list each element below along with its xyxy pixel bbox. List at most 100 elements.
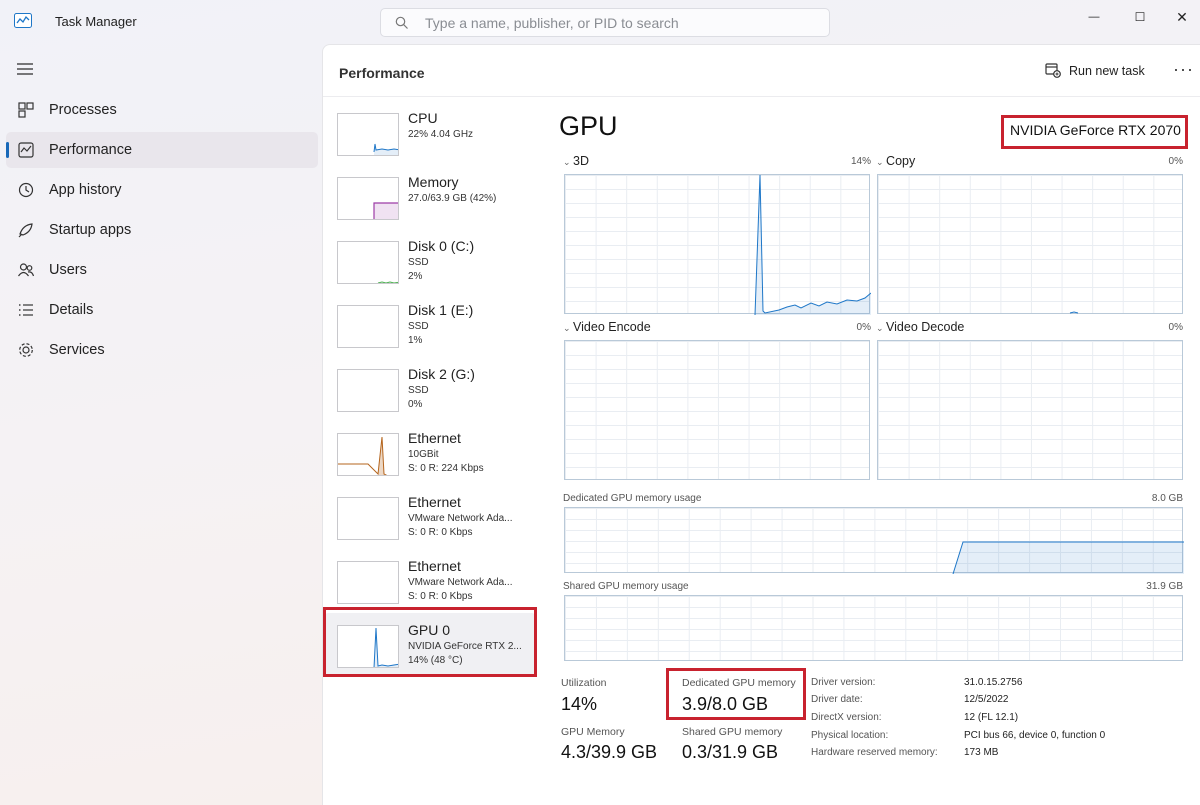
device-detail: NVIDIA GeForce RTX 2... bbox=[408, 641, 522, 652]
device-name: Memory bbox=[408, 174, 459, 190]
engine-pct: 0% bbox=[1168, 156, 1183, 167]
search-input[interactable]: Type a name, publisher, or PID to search bbox=[380, 8, 830, 37]
nav-item-processes[interactable]: Processes bbox=[6, 92, 318, 128]
nav-label: Users bbox=[49, 262, 87, 278]
utilization-label: Utilization bbox=[561, 677, 607, 689]
nav-label: Processes bbox=[49, 102, 117, 118]
info-key: Driver version: bbox=[811, 677, 876, 688]
services-icon bbox=[19, 343, 33, 357]
info-value: 12/5/2022 bbox=[964, 694, 1009, 705]
device-detail: S: 0 R: 0 Kbps bbox=[408, 527, 473, 538]
device-thumbnail bbox=[337, 433, 399, 476]
device-thumbnail bbox=[337, 113, 399, 156]
device-thumbnail bbox=[337, 369, 399, 412]
close-button[interactable]: ✕ bbox=[1160, 6, 1200, 28]
nav-item-startup-apps[interactable]: Startup apps bbox=[6, 212, 318, 248]
maximize-icon: ☐ bbox=[1134, 10, 1146, 24]
search-icon bbox=[395, 16, 408, 29]
shared-gpu-memory-value: 0.3/31.9 GB bbox=[682, 742, 779, 762]
run-new-task-button[interactable]: Run new task bbox=[1045, 63, 1145, 78]
engine-video-decode-label[interactable]: ⌄ Video Decode bbox=[876, 320, 964, 334]
dedicated-memory-max: 8.0 GB bbox=[1151, 493, 1183, 504]
more-options-button[interactable]: ··· bbox=[1173, 59, 1194, 80]
gpu-title: GPU bbox=[559, 111, 618, 141]
engine-video-decode-graph bbox=[877, 340, 1183, 480]
device-item-disk-1[interactable]: Disk 1 (E:) SSD 1% bbox=[325, 293, 535, 357]
shared-memory-max: 31.9 GB bbox=[1146, 581, 1183, 592]
device-detail: 0% bbox=[408, 399, 423, 410]
gpu-model-name: NVIDIA GeForce RTX 2070 bbox=[1010, 122, 1181, 138]
device-name: GPU 0 bbox=[408, 622, 451, 638]
nav-item-users[interactable]: Users bbox=[6, 252, 318, 288]
gpu-memory-label: GPU Memory bbox=[561, 726, 625, 738]
device-thumbnail bbox=[337, 177, 399, 220]
hamburger-menu-icon[interactable] bbox=[17, 62, 33, 76]
device-detail: 10GBit bbox=[408, 449, 439, 460]
device-item-ethernet[interactable]: Ethernet VMware Network Ada... S: 0 R: 0… bbox=[325, 485, 535, 549]
device-thumbnail bbox=[337, 305, 399, 348]
device-name: Ethernet bbox=[408, 494, 461, 510]
device-item-ethernet[interactable]: Ethernet VMware Network Ada... S: 0 R: 0… bbox=[325, 549, 535, 613]
device-item-disk-2[interactable]: Disk 2 (G:) SSD 0% bbox=[325, 357, 535, 421]
device-detail: 1% bbox=[408, 335, 423, 346]
engine-video-encode-label[interactable]: ⌄ Video Encode bbox=[563, 320, 651, 334]
nav-label: Startup apps bbox=[49, 222, 132, 238]
close-icon: ✕ bbox=[1176, 8, 1188, 25]
device-name: CPU bbox=[408, 110, 438, 126]
info-value: 12 (FL 12.1) bbox=[964, 712, 1019, 723]
device-detail: S: 0 R: 224 Kbps bbox=[408, 463, 484, 474]
minimize-icon: — bbox=[1088, 11, 1100, 23]
nav-item-services[interactable]: Services bbox=[6, 332, 318, 368]
device-detail: SSD bbox=[408, 321, 429, 332]
device-item-ethernet[interactable]: Ethernet 10GBit S: 0 R: 224 Kbps bbox=[325, 421, 535, 485]
engine-copy-label[interactable]: ⌄ Copy bbox=[876, 154, 915, 168]
users-icon bbox=[18, 263, 35, 277]
nav-item-app-history[interactable]: App history bbox=[6, 172, 318, 208]
performance-icon bbox=[18, 142, 34, 158]
device-item-memory[interactable]: Memory 27.0/63.9 GB (42%) bbox=[325, 165, 535, 229]
engine-name: Copy bbox=[886, 154, 916, 168]
device-detail: VMware Network Ada... bbox=[408, 513, 513, 524]
engine-3d-graph bbox=[564, 174, 871, 315]
device-detail: SSD bbox=[408, 257, 429, 268]
nav-item-performance[interactable]: Performance bbox=[6, 132, 318, 168]
device-name: Disk 1 (E:) bbox=[408, 302, 474, 318]
task-manager-icon bbox=[14, 13, 32, 28]
device-item-gpu-0[interactable]: GPU 0 NVIDIA GeForce RTX 2... 14% (48 °C… bbox=[325, 613, 535, 677]
device-detail: SSD bbox=[408, 385, 429, 396]
run-new-task-label: Run new task bbox=[1069, 63, 1145, 78]
device-detail: S: 0 R: 0 Kbps bbox=[408, 591, 473, 602]
main-header: Performance Run new task ··· bbox=[323, 45, 1200, 97]
maximize-button[interactable]: ☐ bbox=[1118, 6, 1162, 28]
info-value: 31.0.15.2756 bbox=[964, 677, 1023, 688]
info-key: Hardware reserved memory: bbox=[811, 747, 938, 758]
device-thumbnail bbox=[337, 241, 399, 284]
engine-pct: 0% bbox=[856, 322, 871, 333]
device-thumbnail bbox=[337, 497, 399, 540]
nav-label: App history bbox=[49, 182, 122, 198]
device-detail: 14% (48 °C) bbox=[408, 655, 463, 666]
device-detail: 22% 4.04 GHz bbox=[408, 129, 474, 140]
nav-label: Details bbox=[49, 302, 94, 318]
engine-name: Video Decode bbox=[886, 320, 965, 334]
device-thumbnail bbox=[337, 561, 399, 604]
device-item-disk-0[interactable]: Disk 0 (C:) SSD 2% bbox=[325, 229, 535, 293]
shared-memory-usage-label: Shared GPU memory usage bbox=[563, 581, 689, 592]
gpu-memory-value: 4.3/39.9 GB bbox=[561, 742, 658, 762]
page-title: Performance bbox=[339, 65, 425, 81]
device-name: Ethernet bbox=[408, 430, 461, 446]
device-thumbnail bbox=[337, 625, 399, 668]
app-title: Task Manager bbox=[55, 14, 137, 29]
device-detail: 27.0/63.9 GB (42%) bbox=[408, 193, 497, 204]
engine-3d-label[interactable]: ⌄ 3D bbox=[563, 154, 589, 168]
engine-copy-graph bbox=[877, 174, 1183, 314]
info-key: DirectX version: bbox=[811, 712, 882, 723]
search-placeholder: Type a name, publisher, or PID to search bbox=[425, 15, 679, 31]
dedicated-gpu-memory-label: Dedicated GPU memory bbox=[682, 677, 796, 689]
minimize-button[interactable]: — bbox=[1072, 6, 1116, 28]
dedicated-gpu-memory-value: 3.9/8.0 GB bbox=[682, 694, 769, 714]
gpu-detail-pane: GPU NVIDIA GeForce RTX 2070 ⌄ 3D 14% ⌄ C… bbox=[551, 97, 1200, 805]
nav-item-details[interactable]: Details bbox=[6, 292, 318, 328]
shared-gpu-memory-label: Shared GPU memory bbox=[682, 726, 783, 738]
device-item-cpu[interactable]: CPU 22% 4.04 GHz bbox=[325, 101, 535, 165]
